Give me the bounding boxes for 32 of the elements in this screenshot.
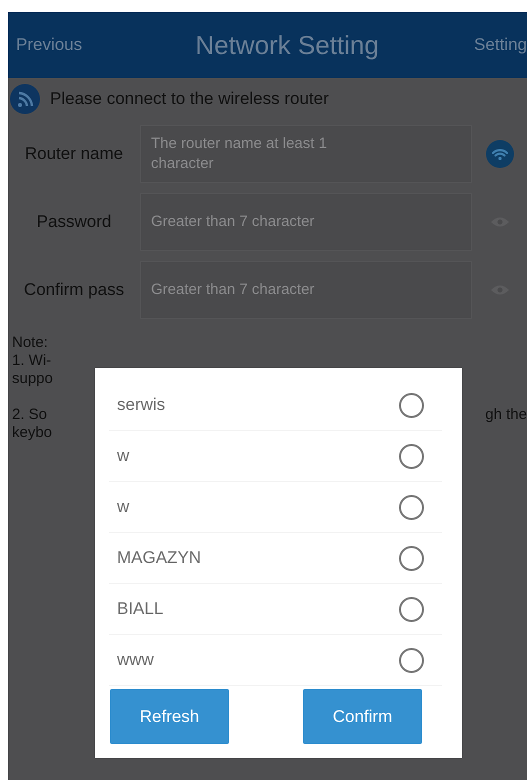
note-text: keybo [12,424,52,442]
field-label: Password [36,211,112,233]
network-name[interactable]: BIALL [117,599,164,619]
note-text: gh the [485,406,527,424]
network-name[interactable]: MAGAZYN [117,548,202,568]
input-field[interactable]: The router name at least 1 character [140,125,472,183]
note-text: Note: [12,334,48,352]
field-label: Router name [24,143,124,165]
info-text: Please connect to the wireless router [50,89,329,109]
note-text: 2. So [12,406,48,424]
previous-button[interactable]: Previous [16,35,82,55]
radio-button[interactable] [399,596,424,622]
wifi-icon [10,84,40,114]
radio-button[interactable] [399,444,424,468]
confirm-button[interactable]: Confirm [303,689,422,744]
input-field[interactable]: Greater than 7 character [140,261,472,319]
network-name[interactable]: serwis [117,395,166,415]
input-field[interactable]: Greater than 7 character [140,193,472,251]
setting-button[interactable]: Setting [474,35,527,55]
network-name[interactable]: w [117,497,130,517]
radio-button[interactable] [399,392,424,418]
radio-button[interactable] [399,648,424,672]
note-text: 1. Wi- [12,352,52,370]
refresh-button[interactable]: Refresh [110,689,229,744]
network-name[interactable]: www [117,650,154,670]
radio-button[interactable] [399,546,424,570]
screen-title: Network Setting [195,30,379,60]
field-label: Confirm pass [22,279,126,301]
radio-button[interactable] [399,494,424,520]
note-text: suppo [12,370,53,388]
network-name[interactable]: w [117,446,130,466]
wifi-icon[interactable] [486,140,514,168]
